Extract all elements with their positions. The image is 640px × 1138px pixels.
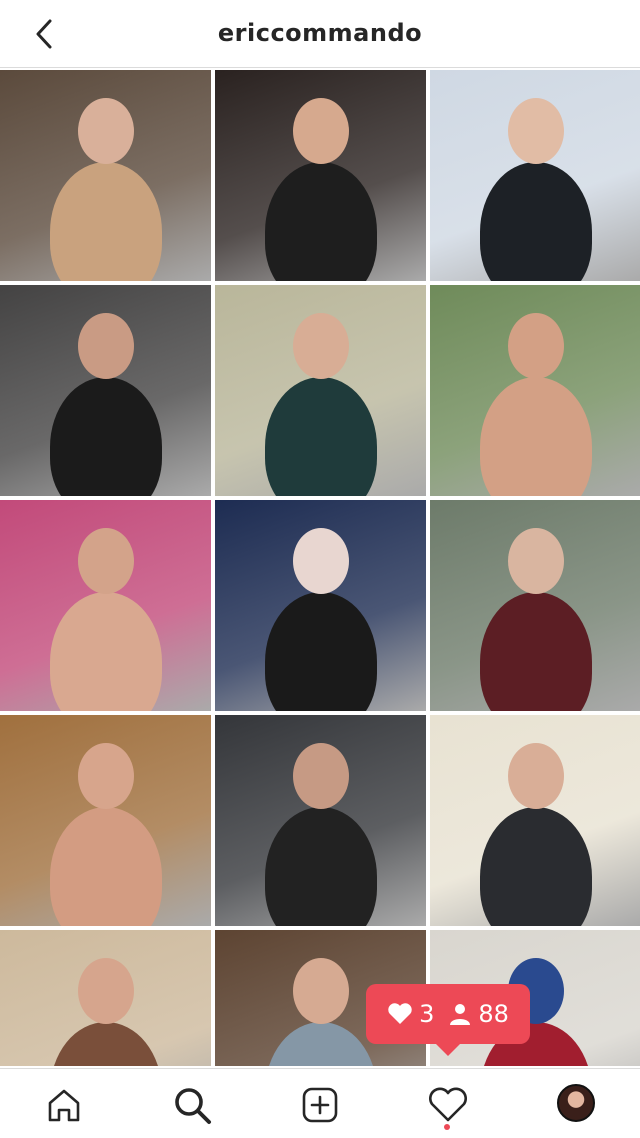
heart-outline-icon xyxy=(429,1087,467,1122)
grid-photo[interactable] xyxy=(0,500,211,711)
tab-new-post[interactable] xyxy=(298,1083,342,1127)
grid-photo[interactable] xyxy=(430,715,640,926)
grid-photo[interactable] xyxy=(0,715,211,926)
photo-subject-head xyxy=(293,98,349,164)
photo-subject-head xyxy=(293,313,349,379)
activity-indicator-dot xyxy=(444,1124,450,1130)
search-icon xyxy=(175,1088,211,1124)
photo-subject-head xyxy=(293,958,349,1024)
photo-subject-head xyxy=(293,743,349,809)
grid-photo[interactable] xyxy=(0,285,211,496)
grid-photo[interactable] xyxy=(215,70,426,281)
tab-activity[interactable] xyxy=(426,1083,470,1127)
photo-subject-head xyxy=(508,313,564,379)
grid-photo[interactable] xyxy=(430,500,640,711)
person-icon xyxy=(450,1004,471,1025)
photo-subject-head xyxy=(508,528,564,594)
profile-username[interactable]: ericcommando xyxy=(0,19,640,47)
top-bar: ericcommando xyxy=(0,0,640,68)
heart-icon xyxy=(388,1003,412,1024)
home-icon xyxy=(48,1089,80,1122)
bottom-tab-bar xyxy=(0,1068,640,1138)
tab-search[interactable] xyxy=(170,1083,214,1127)
add-post-icon xyxy=(302,1087,338,1123)
grid-photo[interactable] xyxy=(215,715,426,926)
grid-photo[interactable] xyxy=(215,500,426,711)
photo-subject-head xyxy=(508,743,564,809)
photo-subject-head xyxy=(78,98,134,164)
activity-notification-bubble[interactable]: 3 88 xyxy=(366,984,530,1056)
photo-subject-head xyxy=(78,958,134,1024)
photo-subject-head xyxy=(508,98,564,164)
photo-subject-head xyxy=(78,743,134,809)
grid-photo[interactable] xyxy=(0,70,211,281)
photo-subject-head xyxy=(78,313,134,379)
likes-count: 3 xyxy=(419,1000,435,1028)
grid-photo[interactable] xyxy=(430,285,640,496)
followers-count: 88 xyxy=(478,1000,509,1028)
photo-subject-head xyxy=(293,528,349,594)
tab-home[interactable] xyxy=(42,1083,86,1127)
photo-grid xyxy=(0,70,640,1066)
tab-profile-avatar[interactable] xyxy=(557,1084,595,1122)
grid-photo[interactable] xyxy=(0,930,211,1066)
grid-photo[interactable] xyxy=(430,70,640,281)
grid-photo[interactable] xyxy=(215,285,426,496)
photo-subject-head xyxy=(78,528,134,594)
